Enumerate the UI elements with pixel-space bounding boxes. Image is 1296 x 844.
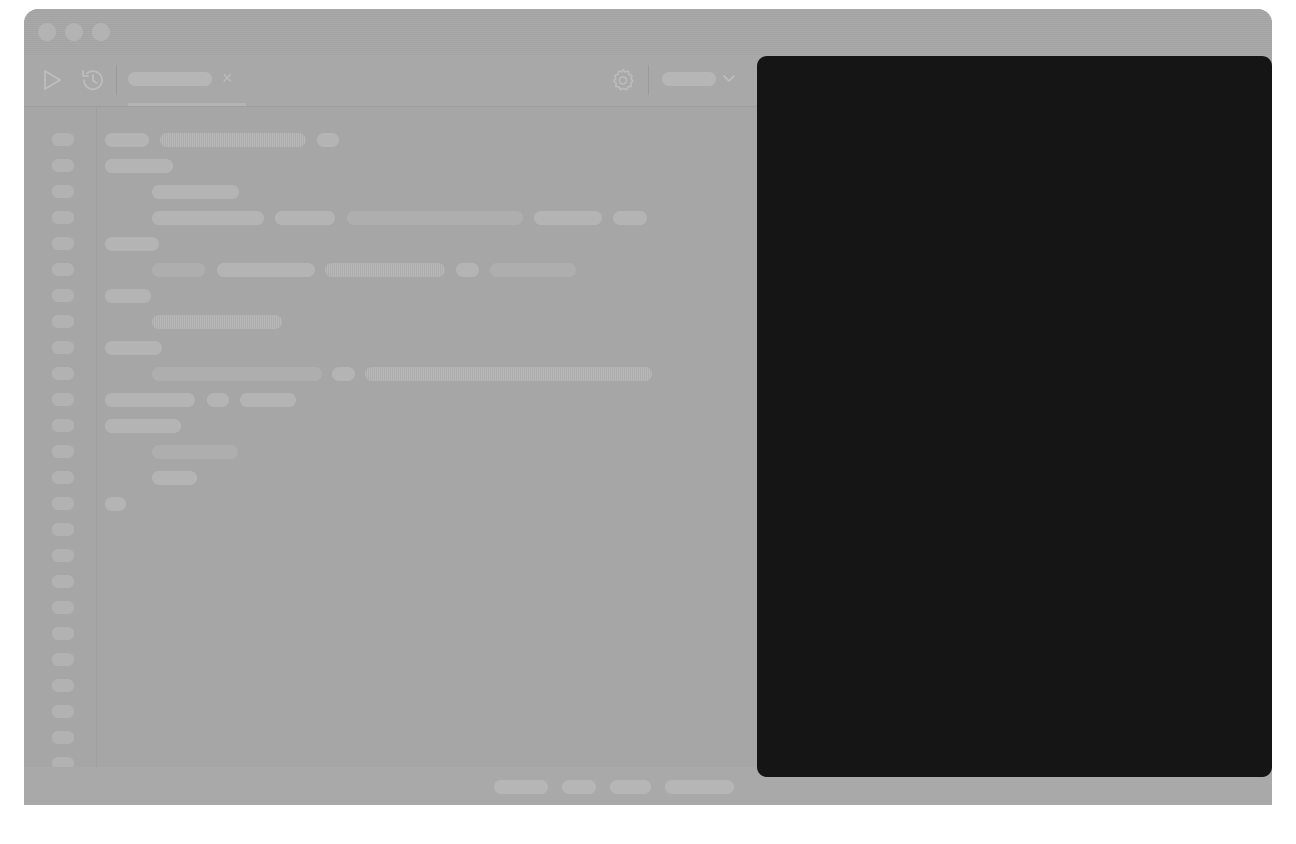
line-number [52,133,74,146]
code-token [105,393,195,407]
line-number [52,263,74,276]
line-number [52,419,74,432]
mode-select[interactable] [662,72,716,86]
line-number [52,497,74,510]
overlay-panel [757,56,1272,777]
line-number [52,653,74,666]
code-token [217,263,315,277]
code-token [105,237,159,251]
minimize-window-button[interactable] [65,23,83,41]
code-token [105,159,173,173]
code-token [152,263,205,277]
code-token [152,211,264,225]
code-token [207,393,229,407]
title-bar [24,9,1272,55]
line-number [52,367,74,380]
code-token [152,367,322,381]
close-icon[interactable]: × [222,66,233,90]
chevron-down-icon[interactable] [722,71,736,85]
toolbar-divider [648,65,649,95]
code-token [275,211,335,225]
code-token [613,211,647,225]
status-item[interactable] [494,780,548,794]
line-number [52,393,74,406]
history-icon[interactable] [79,66,107,94]
toolbar-divider [116,65,117,95]
play-icon[interactable] [38,66,66,94]
code-token [152,185,239,199]
code-token [152,315,282,329]
line-number [52,679,74,692]
line-number [52,523,74,536]
code-token [105,289,151,303]
code-token [105,341,162,355]
code-token [317,133,339,147]
line-number [52,627,74,640]
code-token [160,133,306,147]
line-number [52,289,74,302]
status-item[interactable] [665,780,734,794]
line-number [52,575,74,588]
status-item[interactable] [610,780,651,794]
line-number [52,237,74,250]
line-number [52,731,74,744]
zoom-window-button[interactable] [92,23,110,41]
code-token [152,445,238,459]
code-token [534,211,602,225]
code-token [490,263,576,277]
code-token [240,393,296,407]
status-item[interactable] [562,780,596,794]
line-number [52,705,74,718]
gear-icon[interactable] [609,66,637,94]
line-number [52,471,74,484]
line-number [52,185,74,198]
code-editor[interactable] [97,107,797,767]
code-token [325,263,445,277]
close-window-button[interactable] [38,23,56,41]
code-token [456,263,479,277]
code-token [152,471,197,485]
line-number [52,159,74,172]
line-number [52,601,74,614]
tab-label [128,72,212,86]
line-number [52,341,74,354]
line-number [52,549,74,562]
code-token [347,211,523,225]
line-number [52,211,74,224]
code-token [332,367,355,381]
line-number [52,445,74,458]
code-token [105,497,126,511]
line-number-gutter [24,107,97,796]
code-token [105,133,149,147]
line-number [52,315,74,328]
tab-active-file[interactable]: × [128,55,246,106]
code-token [105,419,181,433]
code-token [365,367,652,381]
